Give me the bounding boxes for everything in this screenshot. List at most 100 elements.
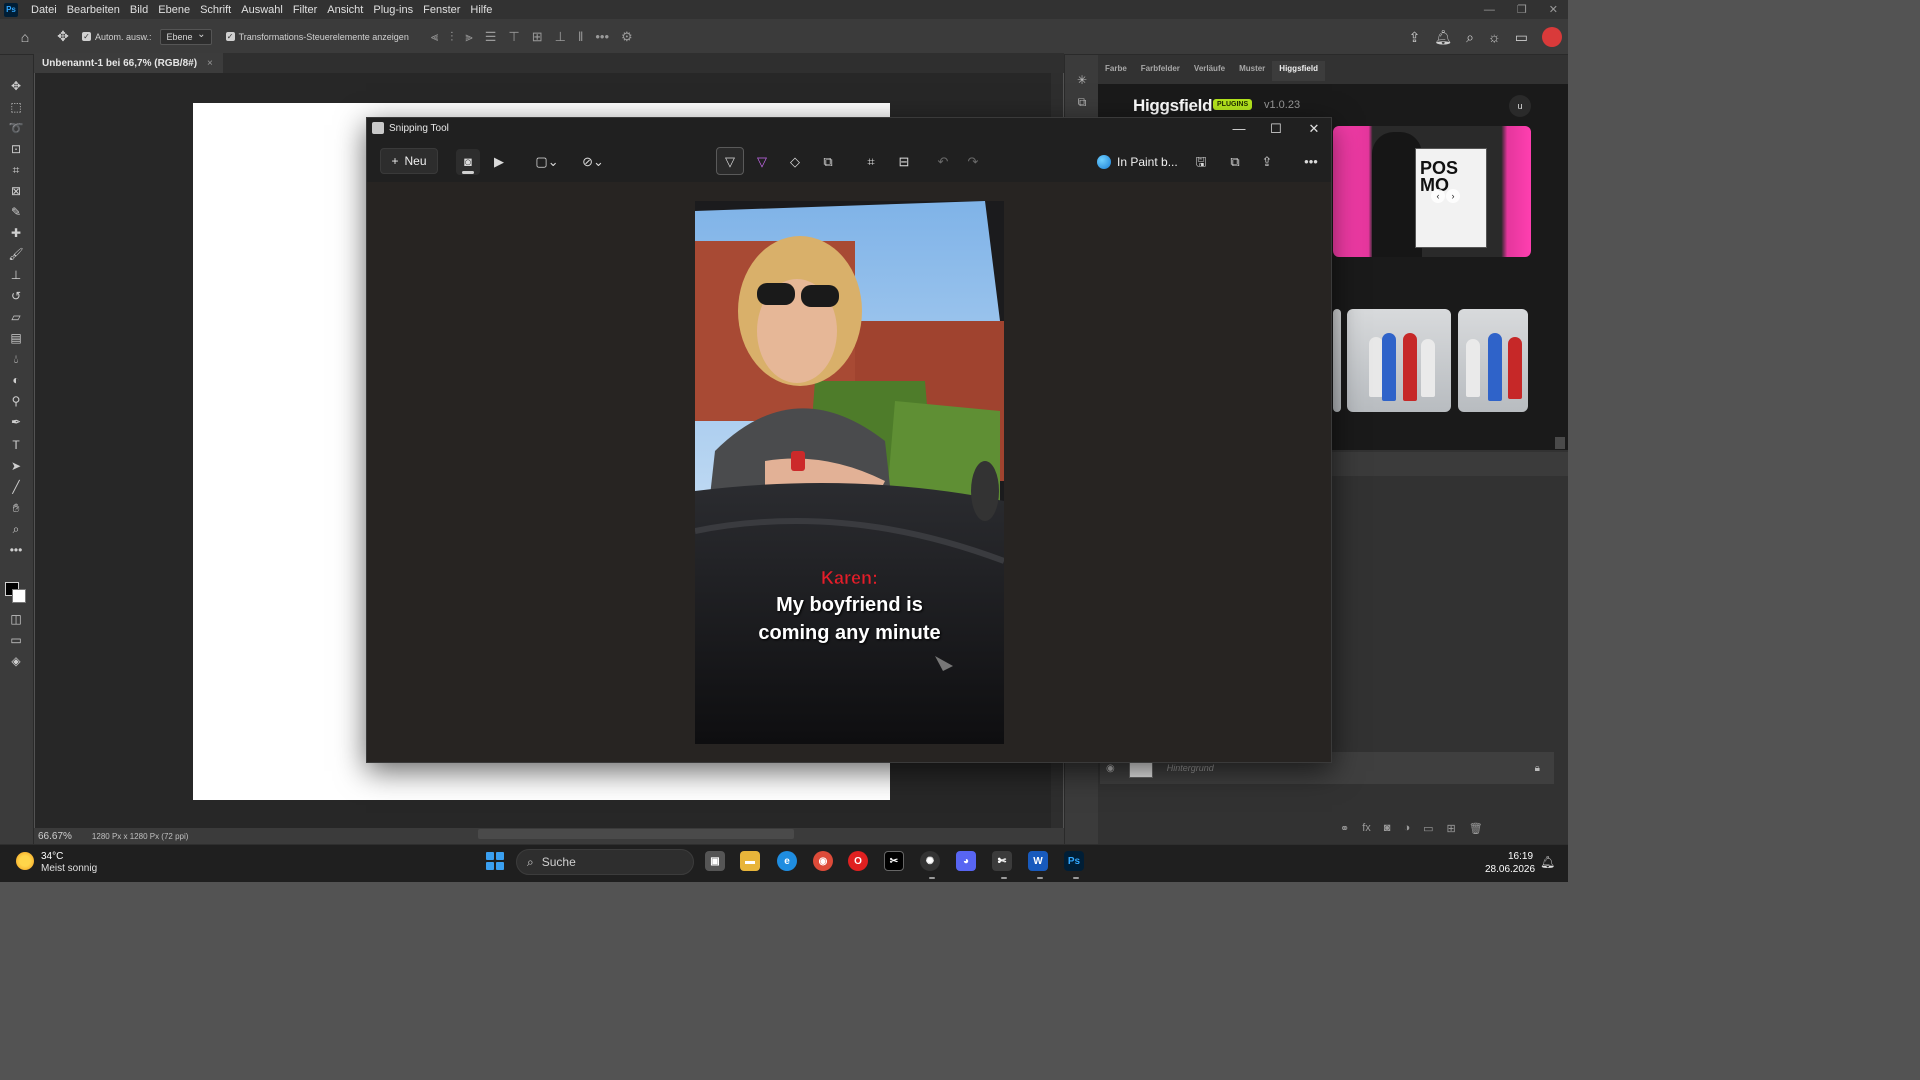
eyedropper-icon[interactable]: ✎ bbox=[6, 203, 26, 221]
align-left-icon[interactable]: ⫷ bbox=[431, 29, 438, 45]
frame-tool-icon[interactable]: ⊠ bbox=[6, 182, 26, 200]
word-icon[interactable]: W bbox=[1028, 851, 1048, 871]
new-layer-icon[interactable]: ⊞ bbox=[1447, 822, 1456, 840]
generative-icon[interactable]: ◈ bbox=[6, 652, 26, 670]
lightbulb-icon[interactable]: ☼ bbox=[1488, 29, 1501, 45]
panel-scrollbar[interactable] bbox=[1555, 437, 1565, 449]
group-icon[interactable]: ▭ bbox=[1423, 822, 1433, 840]
chrome-browser-icon[interactable]: ◉ bbox=[813, 851, 833, 871]
photoshop-taskbar-icon[interactable]: Ps bbox=[1064, 851, 1084, 871]
timer-dropdown-icon[interactable]: ⊘⌄ bbox=[578, 153, 608, 171]
windows-start-icon[interactable] bbox=[486, 852, 504, 870]
zoom-level[interactable]: 66.67% bbox=[38, 831, 72, 842]
auto-select-checkbox[interactable]: ✓ Autom. ausw.: bbox=[82, 32, 152, 42]
capcut-icon[interactable]: ✂ bbox=[884, 851, 904, 871]
menu-datei[interactable]: Datei bbox=[26, 4, 62, 16]
more-tools-icon[interactable]: ••• bbox=[6, 541, 26, 559]
document-tab[interactable]: Unbenannt-1 bei 66,7% (RGB/8#) × bbox=[34, 53, 223, 73]
chatgpt-icon[interactable]: ✺ bbox=[920, 851, 940, 871]
photoshop-logo-icon[interactable]: Ps bbox=[4, 2, 18, 17]
magnify-tool-icon[interactable]: ⚲ bbox=[6, 392, 26, 410]
background-color-swatch[interactable] bbox=[12, 589, 26, 603]
move-tool-icon[interactable]: ✥ bbox=[52, 28, 74, 45]
menu-auswahl[interactable]: Auswahl bbox=[236, 4, 288, 16]
menu-bearbeiten[interactable]: Bearbeiten bbox=[62, 4, 125, 16]
template-thumbnail[interactable] bbox=[1333, 309, 1341, 412]
clock-time[interactable]: 16:19 bbox=[1508, 851, 1533, 862]
bell-icon[interactable]: 🔔︎ bbox=[1434, 29, 1452, 46]
menu-filter[interactable]: Filter bbox=[288, 4, 322, 16]
notification-bell-icon[interactable]: 🔔︎ bbox=[1540, 855, 1555, 869]
new-snip-button[interactable]: + Neu bbox=[380, 148, 438, 174]
tab-farbfelder[interactable]: Farbfelder bbox=[1134, 61, 1187, 81]
chevron-left-icon[interactable]: ‹ bbox=[1431, 189, 1445, 203]
tab-farbe[interactable]: Farbe bbox=[1098, 61, 1134, 81]
menu-ansicht[interactable]: Ansicht bbox=[322, 4, 368, 16]
workspace-icon[interactable]: ▭ bbox=[1515, 29, 1528, 46]
mask-icon[interactable]: ◙ bbox=[1384, 822, 1391, 840]
rectangle-mode-dropdown-icon[interactable]: ▢⌄ bbox=[532, 153, 562, 171]
layer-select-dropdown[interactable]: Ebene bbox=[159, 28, 212, 45]
snipping-tool-taskbar-icon[interactable]: ✄ bbox=[992, 851, 1012, 871]
share-icon[interactable]: ⇪ bbox=[1257, 153, 1277, 171]
home-icon[interactable]: ⌂ bbox=[14, 29, 36, 45]
save-icon[interactable]: 🖫︎ bbox=[1191, 153, 1211, 171]
opera-browser-icon[interactable]: O bbox=[848, 851, 868, 871]
settings-gear-icon[interactable]: ⚙ bbox=[621, 29, 633, 45]
dodge-tool-icon[interactable]: ◐ bbox=[6, 371, 26, 389]
minimize-icon[interactable]: — bbox=[1484, 4, 1495, 16]
ballpoint-pen-icon[interactable]: ▽ bbox=[720, 153, 740, 171]
captured-screenshot-image[interactable] bbox=[695, 201, 1004, 744]
user-avatar[interactable] bbox=[1542, 27, 1562, 47]
taskbar-search[interactable]: ⌕ Suche bbox=[516, 849, 694, 875]
open-in-paint-button[interactable]: In Paint b... bbox=[1097, 151, 1178, 173]
menu-fenster[interactable]: Fenster bbox=[418, 4, 465, 16]
share-icon[interactable]: ⇪ bbox=[1409, 29, 1421, 46]
copy-icon[interactable]: ⧉ bbox=[1225, 153, 1245, 171]
trash-icon[interactable]: 🗑︎ bbox=[1469, 822, 1483, 840]
template-thumbnail[interactable] bbox=[1347, 309, 1451, 412]
menu-bild[interactable]: Bild bbox=[125, 4, 153, 16]
align-middle-icon[interactable]: ⊞ bbox=[532, 29, 543, 45]
tab-verlaeufe[interactable]: Verläufe bbox=[1187, 61, 1232, 81]
distribute-vertical-icon[interactable]: ‖ bbox=[578, 29, 583, 45]
screen-mode-icon[interactable]: ▭ bbox=[6, 631, 26, 649]
close-icon[interactable]: ✕ bbox=[1304, 121, 1324, 137]
marquee-tool-icon[interactable]: ⬚ bbox=[6, 98, 26, 116]
edge-browser-icon[interactable]: e bbox=[777, 851, 797, 871]
gradient-tool-icon[interactable]: ▤ bbox=[6, 329, 26, 347]
camera-icon[interactable]: ◙ bbox=[458, 153, 478, 171]
fx-icon[interactable]: fx bbox=[1362, 822, 1371, 840]
hand-tool-icon[interactable]: ✋︎ bbox=[6, 499, 26, 517]
higgsfield-user-avatar[interactable]: u bbox=[1509, 95, 1531, 117]
eraser-tool-icon[interactable]: ▱ bbox=[6, 308, 26, 326]
stamp-tool-icon[interactable]: ⊥ bbox=[6, 266, 26, 284]
quick-mask-icon[interactable]: ◫ bbox=[6, 610, 26, 628]
pen-tool-icon[interactable]: ✒ bbox=[6, 413, 26, 431]
shapes-icon[interactable]: ⧉ bbox=[818, 153, 838, 171]
adjustments-icon[interactable]: ✳ bbox=[1074, 73, 1090, 89]
redo-icon[interactable]: ↷ bbox=[963, 153, 983, 171]
eye-icon[interactable]: ◉ bbox=[1106, 763, 1115, 774]
transform-controls-checkbox[interactable]: ✓ Transformations-Steuerelemente anzeige… bbox=[225, 32, 409, 42]
healing-brush-icon[interactable]: ✚ bbox=[6, 224, 26, 242]
search-icon[interactable]: ⌕ bbox=[1466, 29, 1474, 46]
history-brush-icon[interactable]: ↺ bbox=[6, 287, 26, 305]
path-select-icon[interactable]: ➤ bbox=[6, 457, 26, 475]
plugin-panel-icon[interactable]: ⧉ bbox=[1074, 95, 1090, 111]
task-view-icon[interactable]: ▣ bbox=[705, 851, 725, 871]
menu-ebene[interactable]: Ebene bbox=[153, 4, 195, 16]
align-bottom-icon[interactable]: ⊥ bbox=[555, 29, 566, 45]
close-icon[interactable]: ✕ bbox=[1549, 3, 1558, 16]
align-center-icon[interactable]: ⫶ bbox=[450, 29, 453, 45]
object-select-icon[interactable]: ⊡ bbox=[6, 140, 26, 158]
discord-icon[interactable]: ◕ bbox=[956, 851, 976, 871]
eraser-icon[interactable]: ◇ bbox=[785, 153, 805, 171]
tab-muster[interactable]: Muster bbox=[1232, 61, 1272, 81]
chevron-right-icon[interactable]: › bbox=[1446, 189, 1460, 203]
line-tool-icon[interactable]: ╱ bbox=[6, 478, 26, 496]
horizontal-scrollbar[interactable] bbox=[478, 829, 794, 839]
zoom-tool-icon[interactable]: ⌕ bbox=[6, 520, 26, 538]
link-layers-icon[interactable]: ⚭ bbox=[1340, 822, 1349, 840]
undo-icon[interactable]: ↶ bbox=[933, 153, 953, 171]
